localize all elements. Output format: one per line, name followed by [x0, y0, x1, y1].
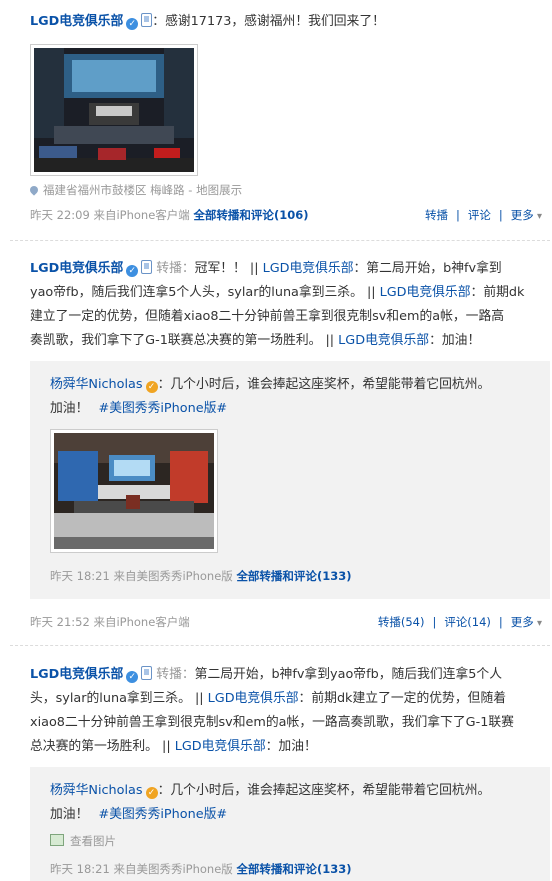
post-text: 冠军！！ ||: [194, 261, 263, 276]
mention-link[interactable]: LGD电竞俱乐部: [263, 261, 354, 276]
repost-link[interactable]: 全部转播和评论: [193, 208, 274, 222]
mention-link[interactable]: LGD电竞俱乐部: [380, 285, 471, 300]
quoted-meta: 昨天 18:21 来自美图秀秀iPhone版 全部转播和评论(133): [50, 861, 351, 877]
post-text: ：加油！: [265, 739, 317, 754]
post-2: LGD电竞俱乐部 ✓ 转播：冠军！！ || LGD电竞俱乐部：第二局开始，b神fv拿…: [30, 257, 550, 353]
quoted-author[interactable]: 杨舜华Nicholas: [50, 377, 143, 392]
quoted-image[interactable]: [50, 429, 218, 553]
stage-photo: [34, 48, 194, 172]
post-author[interactable]: LGD电竞俱乐部: [30, 261, 123, 276]
repost-count[interactable]: (133): [317, 862, 352, 876]
stage-photo: [54, 433, 214, 549]
post-source: 来自美图秀秀iPhone版: [113, 569, 233, 583]
quoted-text: 加油！: [50, 401, 89, 416]
image-icon: [50, 834, 64, 846]
more-button[interactable]: 更多: [511, 615, 542, 629]
post-time[interactable]: 昨天 22:09: [30, 208, 90, 222]
topic-link[interactable]: #美图秀秀iPhone版#: [98, 807, 227, 822]
repost-count[interactable]: (106): [274, 208, 309, 222]
quoted-author[interactable]: 杨舜华Nicholas: [50, 783, 143, 798]
repost-link[interactable]: 全部转播和评论: [236, 862, 317, 876]
location-text[interactable]: 福建省福州市鼓楼区 梅峰路 - 地图展示: [43, 183, 242, 197]
post-text: ：加油！: [429, 333, 481, 348]
post-1: LGD电竞俱乐部 ✓ ：感谢17173，感谢福州！我们回来了！: [30, 10, 550, 34]
post-image[interactable]: [30, 44, 198, 176]
topic-link[interactable]: #美图秀秀iPhone版#: [98, 401, 227, 416]
post-time[interactable]: 昨天 18:21: [50, 862, 110, 876]
quoted-text: ：几个小时后，谁会捧起这座奖杯，希望能带着它回杭州。: [157, 783, 491, 798]
repost-prefix: 转播：: [156, 261, 195, 276]
post-text: 建立了一定的优势，但随着xiao8二十分钟前兽王拿到很克制sv和em的a帐，一路…: [30, 309, 505, 324]
quoted-text: 加油！: [50, 807, 89, 822]
post-time[interactable]: 昨天 18:21: [50, 569, 110, 583]
post-source: 来自iPhone客户端: [93, 615, 190, 629]
post-3: LGD电竞俱乐部 ✓ 转播：第二局开始，b神fv拿到yao帝fb，随后我们连拿5个人…: [30, 663, 550, 759]
post-source: 来自iPhone客户端: [93, 208, 190, 222]
post-text: ：前期dk: [470, 285, 525, 300]
post-actions: 转播 | 评论 | 更多: [425, 207, 542, 223]
location-icon: [28, 184, 40, 196]
more-button[interactable]: 更多: [511, 208, 542, 222]
post-time[interactable]: 昨天 21:52: [30, 615, 90, 629]
post-text: yao帝fb，随后我们连拿5个人头，sylar的luna拿到三杀。 ||: [30, 285, 380, 300]
post-actions: 转播(54) | 评论(14) | 更多: [378, 614, 542, 630]
repost-count[interactable]: (133): [317, 569, 352, 583]
post-text: 奏凯歌，我们拿下了G-1联赛总决赛的第一场胜利。 ||: [30, 333, 339, 348]
post-divider: [10, 240, 550, 241]
mobile-icon: [141, 260, 153, 274]
verified-icon: ✓: [126, 18, 139, 30]
post-author[interactable]: LGD电竞俱乐部: [30, 667, 123, 682]
post-source: 来自美图秀秀iPhone版: [113, 862, 233, 876]
quoted-post: 杨舜华Nicholas ✓ ：几个小时后，谁会捧起这座奖杯，希望能带着它回杭州。 加…: [30, 361, 550, 599]
mention-link[interactable]: LGD电竞俱乐部: [208, 691, 299, 706]
post-2-meta: 昨天 21:52 来自iPhone客户端 转播(54) | 评论(14) | 更多: [30, 614, 550, 630]
post-text: ：感谢17173，感谢福州！我们回来了！: [152, 14, 385, 29]
mobile-icon: [141, 666, 153, 680]
view-image-label[interactable]: 查看图片: [70, 834, 116, 848]
quoted-post: 杨舜华Nicholas ✓ ：几个小时后，谁会捧起这座奖杯，希望能带着它回杭州。 加…: [30, 767, 550, 881]
post-text: 第二局开始，b神fv拿到yao帝fb，随后我们连拿5个人: [194, 667, 503, 682]
post-text: 头，sylar的luna拿到三杀。 ||: [30, 691, 208, 706]
verified-icon: ✓: [126, 671, 139, 683]
forward-button[interactable]: 转播: [425, 208, 448, 222]
verified-icon: ✓: [145, 381, 158, 393]
post-author[interactable]: LGD电竞俱乐部: [30, 14, 123, 29]
verified-icon: ✓: [126, 265, 139, 277]
comment-button[interactable]: 评论: [468, 208, 491, 222]
mention-link[interactable]: LGD电竞俱乐部: [338, 333, 429, 348]
mention-link[interactable]: LGD电竞俱乐部: [175, 739, 266, 754]
mobile-icon: [141, 13, 153, 27]
quoted-meta: 昨天 18:21 来自美图秀秀iPhone版 全部转播和评论(133): [50, 568, 351, 584]
post-text: 总决赛的第一场胜利。 ||: [30, 739, 175, 754]
repost-prefix: 转播：: [156, 667, 195, 682]
post-text: xiao8二十分钟前兽王拿到很克制sv和em的a帐，一路高奏凯歌，我们拿下了G-…: [30, 715, 514, 730]
forward-button[interactable]: 转播(54): [378, 615, 425, 629]
post-text: ：前期dk建立了一定的优势，但随着: [298, 691, 507, 706]
post-1-location: 福建省福州市鼓楼区 梅峰路 - 地图展示: [28, 182, 550, 198]
comment-button[interactable]: 评论(14): [444, 615, 491, 629]
view-image-link[interactable]: 查看图片: [50, 833, 116, 849]
verified-icon: ✓: [145, 787, 158, 799]
post-1-meta: 昨天 22:09 来自iPhone客户端 全部转播和评论(106) 转播 | 评论 |…: [30, 207, 550, 223]
post-divider: [10, 645, 550, 646]
quoted-text: ：几个小时后，谁会捧起这座奖杯，希望能带着它回杭州。: [157, 377, 491, 392]
post-text: ：第二局开始，b神fv拿到: [353, 261, 502, 276]
repost-link[interactable]: 全部转播和评论: [236, 569, 317, 583]
